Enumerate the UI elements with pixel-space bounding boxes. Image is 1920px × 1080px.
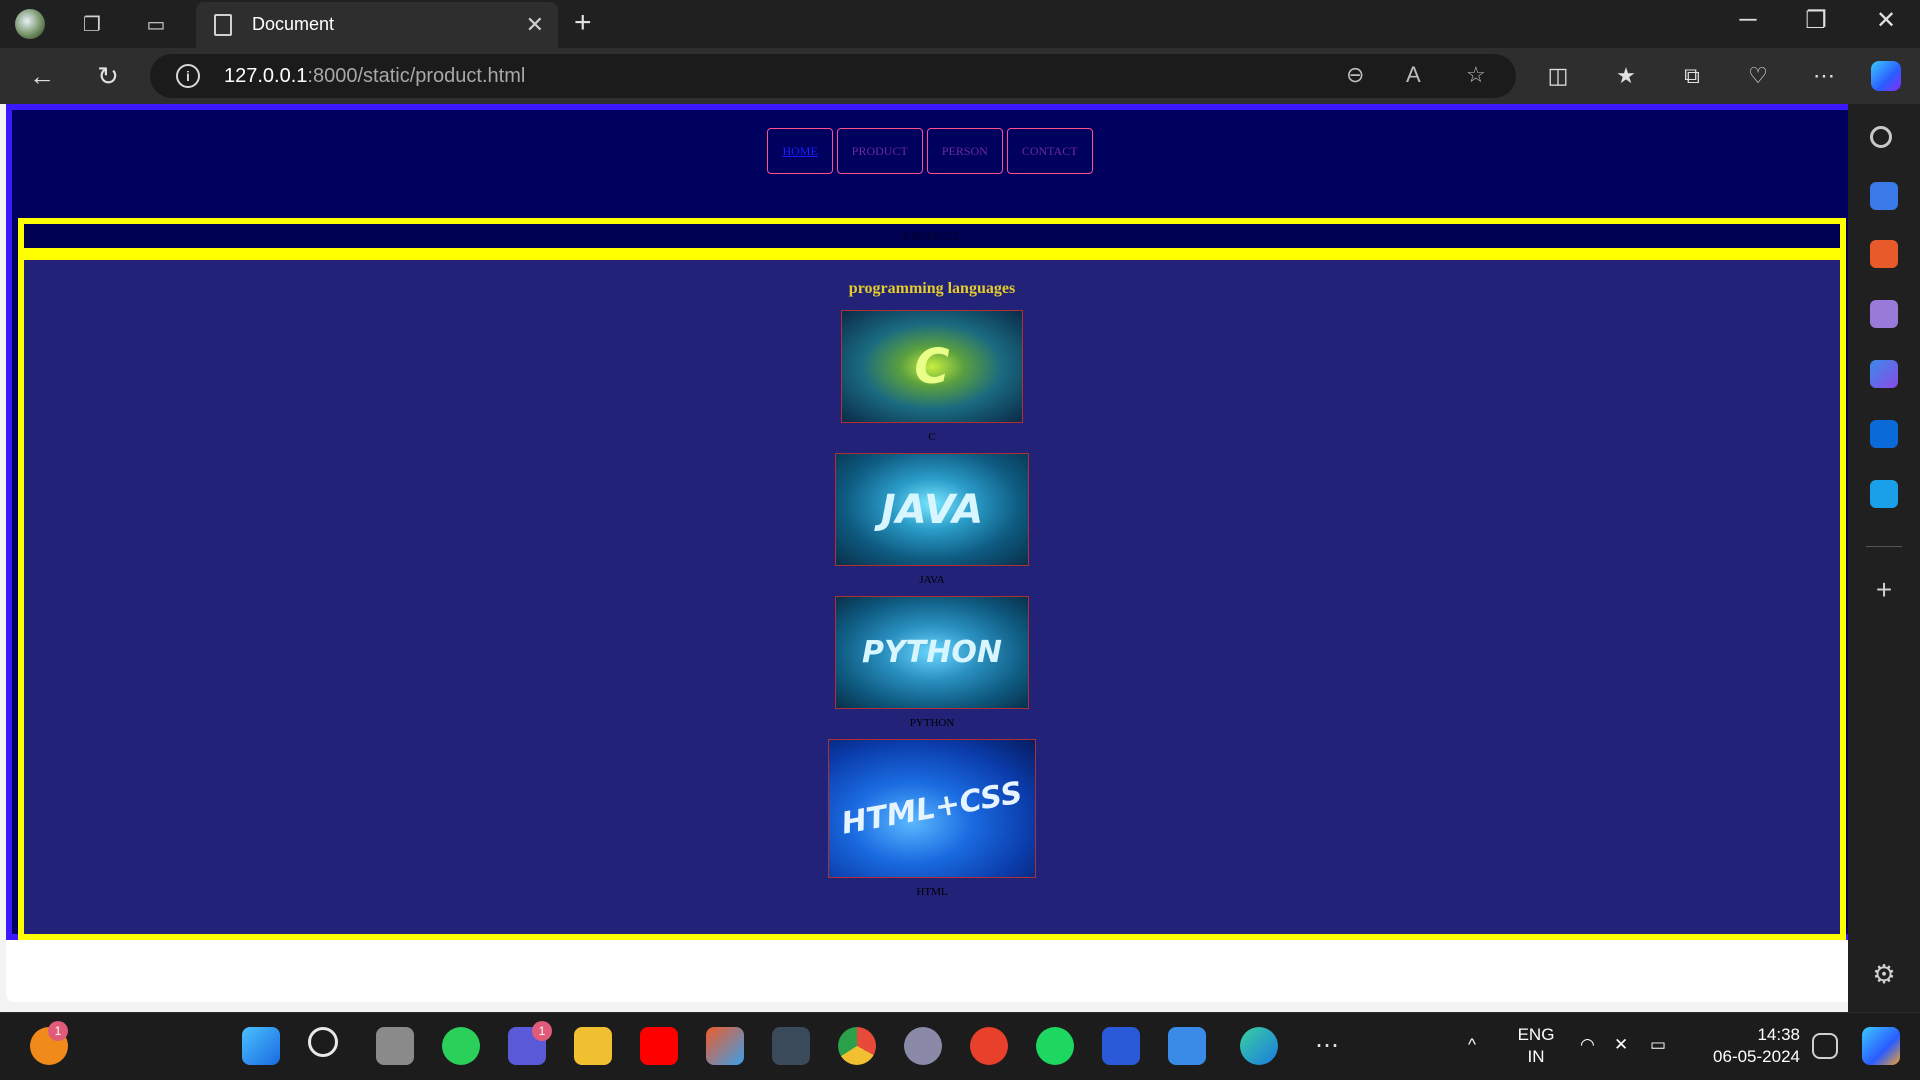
wps-office-icon[interactable]: [970, 1027, 1008, 1065]
battery-icon[interactable]: ▭: [1650, 1035, 1666, 1055]
nav-home-link[interactable]: HOME: [767, 128, 833, 174]
spotify-icon[interactable]: [1036, 1027, 1074, 1065]
clock-date[interactable]: 06-05-2024: [1680, 1047, 1800, 1067]
html-image-text: HTML+CSS: [838, 775, 1026, 842]
search-icon[interactable]: [308, 1027, 338, 1057]
product-item-python: PYTHON PYTHON: [24, 596, 1840, 729]
start-button-icon[interactable]: [242, 1027, 280, 1065]
sidebar-tools-icon[interactable]: [1870, 240, 1898, 268]
close-tab-icon[interactable]: ✕: [526, 12, 544, 38]
c-caption: C: [928, 431, 936, 443]
nav-contact-link[interactable]: CONTACT: [1006, 128, 1093, 174]
copilot-taskbar-icon[interactable]: [1862, 1027, 1900, 1065]
word-icon[interactable]: [1102, 1027, 1140, 1065]
product-item-java: JAVA JAVA: [24, 453, 1840, 586]
app-icon[interactable]: [772, 1027, 810, 1065]
section-title: programming languages: [848, 280, 1016, 297]
sidebar-outlook-icon[interactable]: [1870, 420, 1898, 448]
whatsapp-icon[interactable]: [442, 1027, 480, 1065]
sidebar-divider: [1866, 546, 1902, 547]
product-item-html: HTML+CSS HTML: [24, 739, 1840, 898]
product-banner: PRODUCT: [18, 218, 1846, 254]
java-image-text: JAVA: [880, 486, 984, 533]
read-aloud-icon[interactable]: A: [1406, 62, 1421, 88]
site-info-icon[interactable]: i: [176, 64, 200, 88]
browser-essentials-icon[interactable]: ♡: [1740, 58, 1776, 94]
split-screen-icon[interactable]: ◫: [1540, 58, 1576, 94]
teams-badge: 1: [532, 1021, 552, 1041]
python-caption: PYTHON: [909, 717, 955, 729]
input-language[interactable]: ENG: [1516, 1025, 1556, 1045]
tab-title: Document: [252, 14, 335, 34]
youtube-icon[interactable]: [640, 1027, 678, 1065]
url-host: 127.0.0.1: [224, 65, 308, 87]
copilot-icon[interactable]: [1868, 58, 1904, 94]
address-bar[interactable]: i 127.0.0.1:8000/static/product.html ⊖ A…: [150, 54, 1516, 98]
html-css-image: HTML+CSS: [828, 739, 1036, 878]
java-caption: JAVA: [919, 574, 945, 586]
sidebar-send-icon[interactable]: [1870, 480, 1898, 508]
zoom-out-icon[interactable]: ⊖: [1346, 62, 1364, 88]
product-item-c: C C: [24, 310, 1840, 443]
html-caption: HTML: [916, 886, 948, 898]
sidebar-add-icon[interactable]: +: [1870, 576, 1898, 604]
task-view-icon[interactable]: [376, 1027, 414, 1065]
collections-icon[interactable]: ⧉: [1674, 58, 1710, 94]
sidebar-search-icon[interactable]: [1870, 126, 1892, 148]
microsoft-store-icon[interactable]: [706, 1027, 744, 1065]
nav-product-link[interactable]: PRODUCT: [836, 128, 923, 174]
sidebar-games-icon[interactable]: [1870, 300, 1898, 328]
file-explorer-icon[interactable]: [574, 1027, 612, 1065]
edge-icon[interactable]: [1240, 1027, 1278, 1065]
products-section: programming languages C C JAVA JAVA PYTH…: [18, 254, 1846, 940]
workspaces-icon[interactable]: ❐: [76, 8, 108, 40]
more-options-icon[interactable]: ⋯: [1806, 58, 1842, 94]
input-region[interactable]: IN: [1516, 1047, 1556, 1067]
browser-toolbar: ← ↻ i 127.0.0.1:8000/static/product.html…: [0, 48, 1920, 104]
favorite-star-icon[interactable]: ☆: [1466, 62, 1486, 88]
sidebar-settings-icon[interactable]: ⚙: [1870, 960, 1898, 988]
c-language-image: C: [841, 310, 1023, 423]
edge-sidebar: + ⚙: [1848, 104, 1920, 1012]
edge-dev-icon[interactable]: [904, 1027, 942, 1065]
url-path: :8000/static/product.html: [307, 65, 526, 87]
todo-icon[interactable]: [1168, 1027, 1206, 1065]
web-viewport: HOME PRODUCT PERSON CONTACT PRODUCT prog…: [6, 104, 1854, 1002]
favorites-icon[interactable]: ★: [1608, 58, 1644, 94]
volume-muted-icon[interactable]: ✕: [1614, 1035, 1628, 1055]
back-icon[interactable]: ←: [24, 58, 60, 94]
clock-time[interactable]: 14:38: [1700, 1025, 1800, 1045]
tab-actions-icon[interactable]: ▭: [140, 8, 172, 40]
restore-icon[interactable]: ❐: [1796, 6, 1836, 35]
refresh-icon[interactable]: ↻: [90, 58, 126, 94]
profile-avatar[interactable]: [14, 8, 46, 40]
new-tab-icon[interactable]: +: [574, 6, 592, 40]
notification-icon[interactable]: [1812, 1033, 1838, 1059]
sidebar-shopping-icon[interactable]: [1870, 182, 1898, 210]
browser-tab-bar: ❐ ▭ Document ✕ + ─ ❐ ✕: [0, 0, 1920, 48]
nav-person-link[interactable]: PERSON: [926, 128, 1003, 174]
c-image-text: C: [914, 338, 950, 395]
tab-document[interactable]: Document ✕: [196, 2, 558, 48]
windows-taskbar: 1 1 ⋯ ^ ENG IN ◠ ✕ ▭ 14:38 06-05-2024: [0, 1012, 1920, 1080]
python-image-text: PYTHON: [862, 635, 1002, 670]
python-language-image: PYTHON: [835, 596, 1029, 709]
tray-chevron-icon[interactable]: ^: [1468, 1035, 1476, 1055]
more-apps-icon[interactable]: ⋯: [1308, 1027, 1346, 1065]
url-text[interactable]: 127.0.0.1:8000/static/product.html: [224, 65, 525, 88]
wifi-icon[interactable]: ◠: [1580, 1035, 1595, 1055]
sidebar-microsoft365-icon[interactable]: [1870, 360, 1898, 388]
banner-heading: PRODUCT: [903, 229, 960, 243]
page-frame: HOME PRODUCT PERSON CONTACT PRODUCT prog…: [6, 104, 1854, 940]
close-window-icon[interactable]: ✕: [1866, 6, 1906, 35]
java-language-image: JAVA: [835, 453, 1029, 566]
top-navigation: HOME PRODUCT PERSON CONTACT: [12, 128, 1848, 174]
document-icon: [214, 14, 232, 36]
minimize-icon[interactable]: ─: [1728, 6, 1768, 34]
chrome-icon[interactable]: [838, 1027, 876, 1065]
widget-badge: 1: [48, 1021, 68, 1041]
